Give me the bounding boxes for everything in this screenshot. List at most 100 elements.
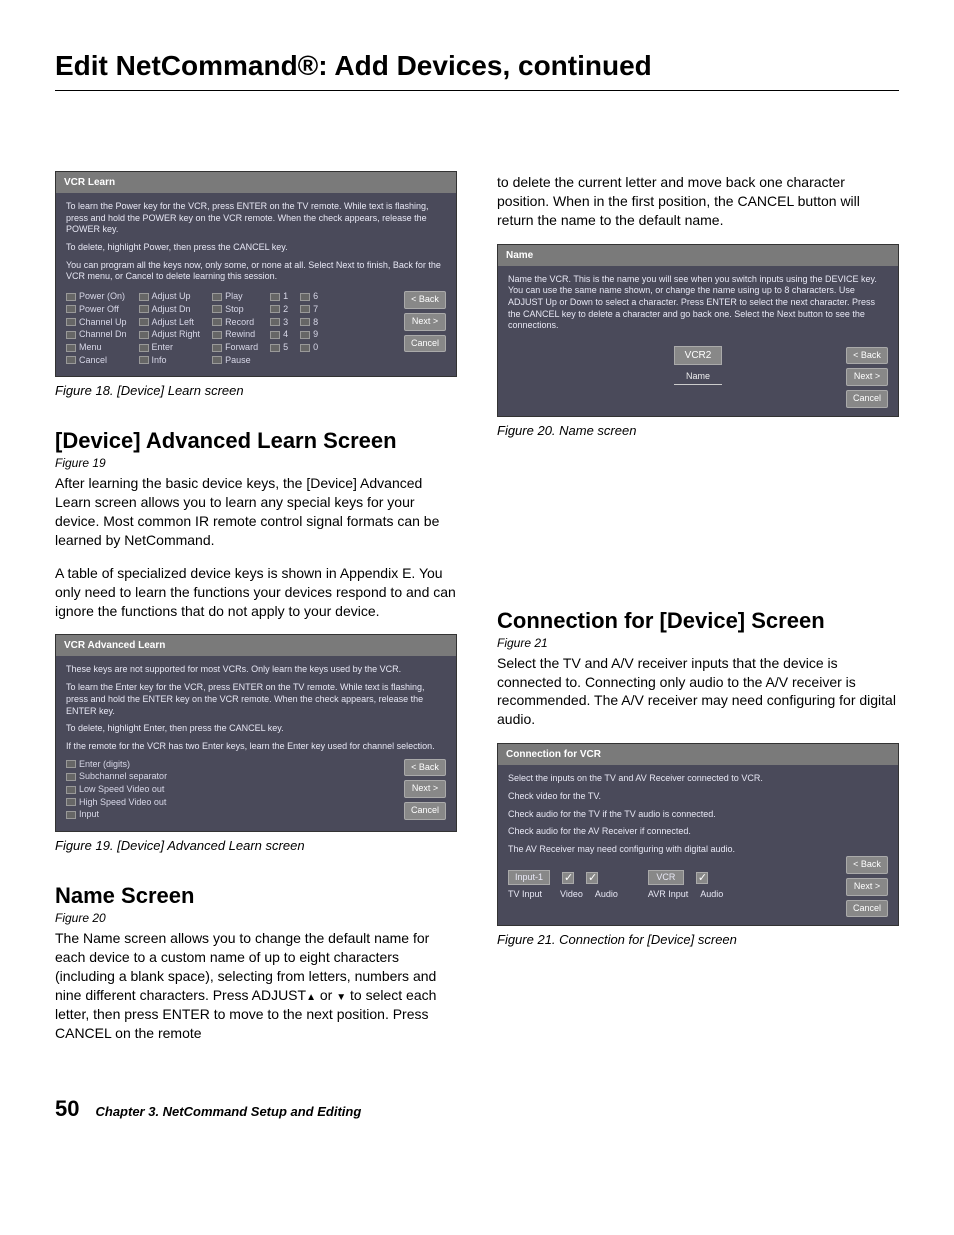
fig20-caption: Figure 20. Name screen — [497, 423, 899, 438]
fig19-key[interactable]: Low Speed Video out — [66, 784, 167, 796]
fig20-cancel-button[interactable]: Cancel — [846, 390, 888, 408]
fig18-key[interactable]: 8 — [300, 317, 318, 329]
fig18-key[interactable]: 2 — [270, 304, 288, 316]
fig21-instr4: Check audio for the AV Receiver if conne… — [508, 826, 888, 838]
fig19-keys: Enter (digits) Subchannel separator Low … — [66, 759, 167, 821]
fig21-avr-input-label: AVR Input — [648, 889, 688, 901]
fig18-key[interactable]: 0 — [300, 342, 318, 354]
fig19-back-button[interactable]: < Back — [404, 759, 446, 777]
fig21-cancel-button[interactable]: Cancel — [846, 900, 888, 918]
fig18-back-button[interactable]: < Back — [404, 291, 446, 309]
fig20-next-button[interactable]: Next > — [846, 368, 888, 386]
fig18-key[interactable]: 4 — [270, 329, 288, 341]
fig18-caption: Figure 18. [Device] Learn screen — [55, 383, 457, 398]
fig18-key[interactable]: 9 — [300, 329, 318, 341]
fig18-instr2: To delete, highlight Power, then press t… — [66, 242, 446, 254]
page-title: Edit NetCommand®: Add Devices, continued — [55, 50, 899, 91]
fig18-screenshot: VCR Learn To learn the Power key for the… — [55, 171, 457, 377]
fig19-instr2: To learn the Enter key for the VCR, pres… — [66, 682, 446, 717]
fig19-key[interactable]: High Speed Video out — [66, 797, 167, 809]
fig18-key[interactable]: 7 — [300, 304, 318, 316]
fig18-key[interactable]: Enter — [139, 342, 201, 354]
fig18-key[interactable]: Play — [212, 291, 258, 303]
fig18-header: VCR Learn — [56, 172, 456, 193]
fig19-screenshot: VCR Advanced Learn These keys are not su… — [55, 634, 457, 832]
fig21-tv-audio-check[interactable] — [586, 872, 598, 884]
fig21-next-button[interactable]: Next > — [846, 878, 888, 896]
fig18-next-button[interactable]: Next > — [404, 313, 446, 331]
section-name-p1b: or — [316, 987, 336, 1003]
section-conn-figref: Figure 21 — [497, 636, 899, 650]
fig20-instr: Name the VCR. This is the name you will … — [508, 274, 888, 332]
fig19-key[interactable]: Subchannel separator — [66, 771, 167, 783]
fig18-key[interactable]: 6 — [300, 291, 318, 303]
fig18-keys-col4: 1 2 3 4 5 — [270, 291, 288, 366]
fig18-keys-col5: 6 7 8 9 0 — [300, 291, 318, 366]
fig21-back-button[interactable]: < Back — [846, 856, 888, 874]
left-column: VCR Learn To learn the Power key for the… — [55, 171, 457, 1056]
fig21-instr1: Select the inputs on the TV and AV Recei… — [508, 773, 888, 785]
fig19-key[interactable]: Input — [66, 809, 167, 821]
fig20-back-button[interactable]: < Back — [846, 347, 888, 365]
fig18-instr1: To learn the Power key for the VCR, pres… — [66, 201, 446, 236]
adjust-up-icon — [306, 987, 316, 1003]
fig18-key[interactable]: Cancel — [66, 355, 127, 367]
fig18-key[interactable]: Adjust Dn — [139, 304, 201, 316]
fig19-cancel-button[interactable]: Cancel — [404, 802, 446, 820]
fig18-keys-col2: Adjust Up Adjust Dn Adjust Left Adjust R… — [139, 291, 201, 366]
fig18-key[interactable]: Pause — [212, 355, 258, 367]
fig21-screenshot: Connection for VCR Select the inputs on … — [497, 743, 899, 926]
fig20-name-label: Name — [674, 371, 722, 385]
fig18-key[interactable]: Adjust Up — [139, 291, 201, 303]
fig18-key[interactable]: 1 — [270, 291, 288, 303]
fig19-key[interactable]: Enter (digits) — [66, 759, 167, 771]
fig18-instr3: You can program all the keys now, only s… — [66, 260, 446, 283]
section-advanced-figref: Figure 19 — [55, 456, 457, 470]
fig21-avr-input-value[interactable]: VCR — [648, 870, 684, 886]
fig19-instr1: These keys are not supported for most VC… — [66, 664, 446, 676]
section-advanced-title: [Device] Advanced Learn Screen — [55, 428, 457, 454]
adjust-down-icon — [336, 987, 346, 1003]
section-advanced-p1: After learning the basic device keys, th… — [55, 474, 457, 550]
section-advanced-p2: A table of specialized device keys is sh… — [55, 564, 457, 621]
fig18-key[interactable]: Rewind — [212, 329, 258, 341]
fig18-cancel-button[interactable]: Cancel — [404, 335, 446, 353]
fig19-header: VCR Advanced Learn — [56, 635, 456, 656]
fig21-caption: Figure 21. Connection for [Device] scree… — [497, 932, 899, 947]
fig18-key[interactable]: 5 — [270, 342, 288, 354]
fig21-avr-audio-label: Audio — [700, 889, 723, 901]
fig18-key[interactable]: Power Off — [66, 304, 127, 316]
fig18-key[interactable]: Info — [139, 355, 201, 367]
fig21-tv-video-check[interactable] — [562, 872, 574, 884]
fig18-keys-col1: Power (On) Power Off Channel Up Channel … — [66, 291, 127, 366]
fig21-tv-input-value[interactable]: Input-1 — [508, 870, 550, 886]
fig18-key[interactable]: Channel Up — [66, 317, 127, 329]
fig19-caption: Figure 19. [Device] Advanced Learn scree… — [55, 838, 457, 853]
fig21-avr-audio-check[interactable] — [696, 872, 708, 884]
fig18-key[interactable]: Record — [212, 317, 258, 329]
fig18-key[interactable]: Forward — [212, 342, 258, 354]
fig18-key[interactable]: Stop — [212, 304, 258, 316]
fig18-key[interactable]: Channel Dn — [66, 329, 127, 341]
fig18-key[interactable]: Adjust Left — [139, 317, 201, 329]
fig21-instr5: The AV Receiver may need configuring wit… — [508, 844, 888, 856]
fig20-name-value[interactable]: VCR2 — [674, 346, 723, 365]
page-number: 50 — [55, 1096, 79, 1122]
fig18-key[interactable]: 3 — [270, 317, 288, 329]
fig21-tv-input-label: TV Input — [508, 889, 548, 901]
fig20-screenshot: Name Name the VCR. This is the name you … — [497, 244, 899, 417]
section-name-figref: Figure 20 — [55, 911, 457, 925]
section-conn-p1: Select the TV and A/V receiver inputs th… — [497, 654, 899, 730]
chapter-label: Chapter 3. NetCommand Setup and Editing — [95, 1104, 361, 1119]
right-top-p: to delete the current letter and move ba… — [497, 173, 899, 230]
section-name-title: Name Screen — [55, 883, 457, 909]
fig18-key[interactable]: Adjust Right — [139, 329, 201, 341]
section-conn-title: Connection for [Device] Screen — [497, 608, 899, 634]
fig19-instr4: If the remote for the VCR has two Enter … — [66, 741, 446, 753]
fig19-instr3: To delete, highlight Enter, then press t… — [66, 723, 446, 735]
fig20-header: Name — [498, 245, 898, 266]
fig18-keys-col3: Play Stop Record Rewind Forward Pause — [212, 291, 258, 366]
fig18-key[interactable]: Menu — [66, 342, 127, 354]
fig18-key[interactable]: Power (On) — [66, 291, 127, 303]
fig19-next-button[interactable]: Next > — [404, 780, 446, 798]
